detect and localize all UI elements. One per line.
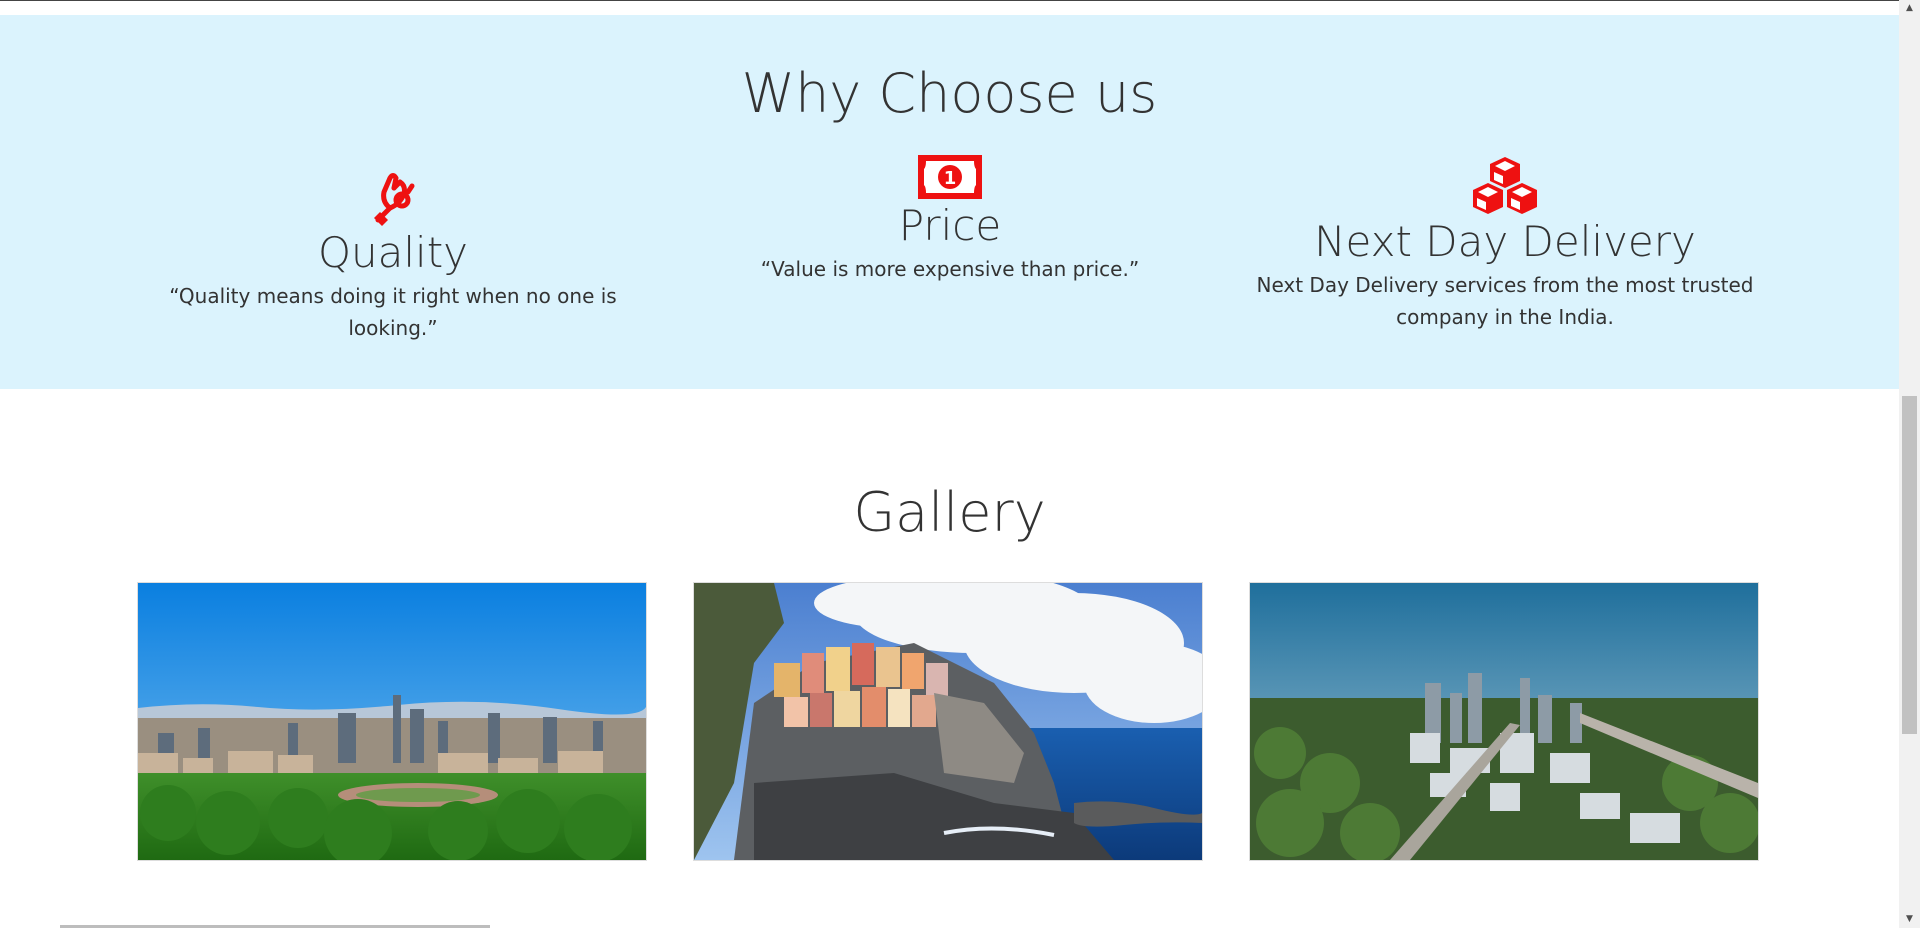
why-choose-us-title: Why Choose us <box>741 62 1158 125</box>
feature-delivery: Next Day Delivery Next Day Delivery serv… <box>1250 155 1760 333</box>
city-skyline-photo <box>138 583 646 860</box>
feature-delivery-text: Next Day Delivery services from the most… <box>1256 273 1754 329</box>
feature-quality: Quality “Quality means doing it right wh… <box>138 170 648 344</box>
why-choose-us-section: Why Choose us Quality “Quality means doi… <box>0 15 1899 389</box>
ok-hand-icon <box>374 173 415 226</box>
coastal-village-photo <box>694 583 1202 860</box>
feature-price: 1 Price “Value is more expensive than pr… <box>695 155 1205 285</box>
gallery-image-coastal-village[interactable] <box>693 582 1203 861</box>
feature-delivery-title: Next Day Delivery <box>1314 217 1696 266</box>
feature-quality-text: “Quality means doing it right when no on… <box>169 284 617 340</box>
top-border <box>0 0 1899 1</box>
gallery-image-aerial-city[interactable] <box>1249 582 1759 861</box>
cubes-icon <box>1473 157 1537 214</box>
svg-text:1: 1 <box>944 168 957 189</box>
vertical-scrollbar[interactable]: ▲ ▼ <box>1899 0 1920 928</box>
scrollbar-thumb[interactable] <box>1902 396 1917 734</box>
aerial-city-photo <box>1250 583 1758 860</box>
feature-quality-title: Quality <box>317 228 469 277</box>
money-bill-icon: 1 <box>918 155 982 199</box>
gallery-title: Gallery <box>853 481 1046 544</box>
scroll-down-arrow-icon[interactable]: ▼ <box>1899 911 1920 928</box>
gallery-image-city-skyline[interactable] <box>137 582 647 861</box>
scroll-up-arrow-icon[interactable]: ▲ <box>1899 0 1920 17</box>
page-viewport: Why Choose us Quality “Quality means doi… <box>0 0 1899 928</box>
feature-price-title: Price <box>898 201 1002 250</box>
feature-price-text: “Value is more expensive than price.” <box>760 257 1140 281</box>
